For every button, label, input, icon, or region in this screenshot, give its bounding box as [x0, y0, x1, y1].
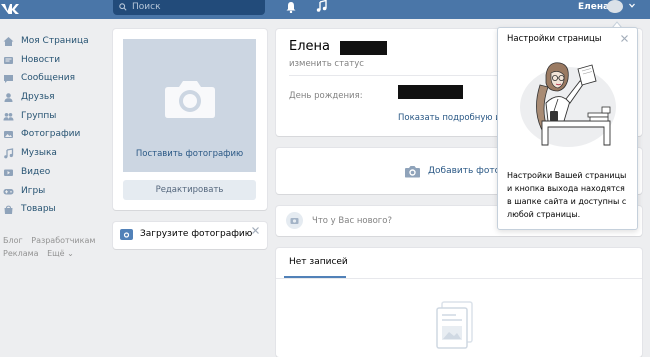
footer-link-ads[interactable]: Реклама — [3, 249, 39, 258]
header-avatar[interactable] — [607, 0, 623, 13]
sidebar-item-label: Видео — [21, 166, 51, 177]
sidebar-item-messages[interactable]: Сообщения — [3, 69, 108, 88]
video-icon — [4, 169, 13, 176]
left-nav: Моя Страница Новости Сообщения Друзья Гр… — [3, 32, 108, 219]
camera-icon — [120, 229, 133, 240]
show-more-info-link[interactable]: Показать подробную ин — [398, 113, 506, 123]
vk-logo[interactable] — [0, 0, 20, 19]
birthday-label: День рождения: — [289, 91, 363, 101]
close-icon[interactable] — [252, 227, 259, 234]
friends-icon — [4, 93, 13, 103]
tab-no-posts[interactable]: Нет записей — [289, 257, 348, 267]
sidebar-item-friends[interactable]: Друзья — [3, 88, 108, 107]
profile-name: Елена — [289, 39, 330, 54]
sidebar-item-label: Игры — [21, 185, 46, 196]
footer-link-blog[interactable]: Блог — [3, 236, 23, 245]
tooltip-title: Настройки страницы — [507, 34, 602, 44]
sidebar-item-video[interactable]: Видео — [3, 163, 108, 182]
music-icon — [4, 148, 14, 159]
woman-at-desk-illustration — [520, 62, 616, 147]
groups-icon — [3, 112, 14, 121]
tooltip-text: Настройки Вашей страницы и кнопка выхода… — [507, 171, 627, 219]
games-icon — [3, 188, 14, 194]
search-bar[interactable]: Поиск — [113, 0, 265, 15]
goods-icon — [4, 205, 13, 215]
sidebar-item-music[interactable]: Музыка — [3, 144, 108, 163]
messages-icon — [4, 75, 13, 84]
divider — [276, 278, 642, 279]
empty-posts-icon — [436, 301, 473, 349]
home-icon — [3, 37, 14, 46]
sidebar-item-label: Группы — [21, 110, 57, 121]
sidebar-item-label: Новости — [21, 54, 61, 65]
redacted-surname — [340, 41, 387, 55]
sidebar-item-my-page[interactable]: Моя Страница — [3, 32, 108, 51]
sidebar-item-news[interactable]: Новости — [3, 51, 108, 70]
sidebar-item-goods[interactable]: Товары — [3, 200, 108, 219]
search-icon — [119, 3, 127, 11]
sidebar-item-label: Сообщения — [21, 73, 76, 84]
close-icon[interactable] — [621, 35, 628, 42]
camera-icon — [405, 166, 420, 178]
footer-link-more[interactable]: Ещё ⌄ — [47, 249, 74, 258]
profile-photo-card: Поставить фотографию Редактировать — [113, 29, 267, 210]
camera-icon — [165, 81, 215, 118]
composer-avatar — [286, 212, 303, 229]
top-header: Поиск Елена — [0, 0, 650, 19]
change-status-link[interactable]: изменить статус — [289, 59, 364, 69]
sidebar-item-games[interactable]: Игры — [3, 182, 108, 201]
footer-link-developers[interactable]: Разработчикам — [31, 236, 95, 245]
sidebar-item-label: Музыка — [21, 148, 57, 159]
composer-placeholder: Что у Вас нового? — [312, 216, 392, 226]
vk-logo-icon — [1, 4, 19, 14]
edit-profile-button[interactable]: Редактировать — [123, 180, 256, 200]
sidebar-item-label: Друзья — [21, 92, 55, 103]
sidebar-item-photos[interactable]: Фотографии — [3, 125, 108, 144]
sidebar-item-groups[interactable]: Группы — [3, 107, 108, 126]
left-footer: Блог Разработчикам Реклама Ещё ⌄ — [3, 234, 108, 260]
search-placeholder: Поиск — [132, 2, 161, 12]
profile-photo-placeholder[interactable]: Поставить фотографию — [123, 39, 256, 172]
wall-card: Нет записей — [276, 248, 642, 357]
set-photo-label: Поставить фотографию — [135, 149, 244, 159]
news-icon — [4, 56, 13, 64]
sidebar-item-label: Товары — [21, 204, 56, 215]
bell-icon[interactable] — [285, 1, 297, 13]
upload-photo-card[interactable]: Загрузите фотографию — [113, 222, 267, 249]
camera-icon — [290, 218, 299, 224]
sidebar-item-label: Фотографии — [21, 129, 81, 140]
page-settings-tooltip: Настройки страницы Настройки Вашей стран… — [497, 27, 638, 230]
photos-icon — [4, 131, 13, 139]
chevron-down-icon[interactable] — [629, 3, 635, 8]
upload-photo-label: Загрузите фотографию — [140, 229, 253, 239]
sidebar-item-label: Моя Страница — [21, 36, 89, 46]
header-user-name[interactable]: Елена — [578, 0, 609, 14]
music-icon[interactable] — [316, 0, 327, 12]
redacted-birthday — [398, 85, 463, 99]
